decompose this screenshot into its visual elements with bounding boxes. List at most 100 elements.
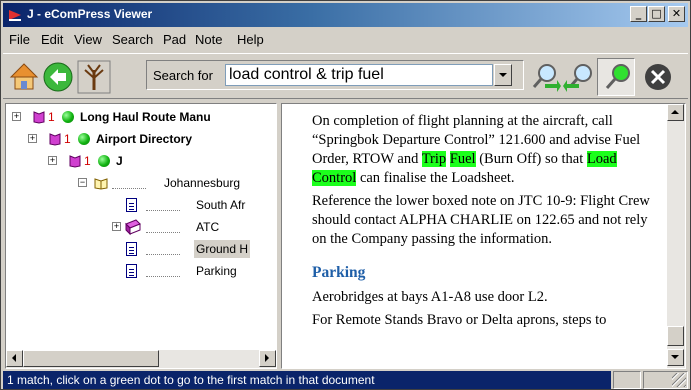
tree-item-atc[interactable]: + ATC — [6, 218, 276, 236]
maximize-button[interactable]: □ — [648, 6, 665, 22]
expand-icon[interactable]: + — [12, 112, 21, 121]
expand-icon[interactable]: + — [28, 134, 37, 143]
paragraph-remote-stands: For Remote Stands Bravo or Delta aprons,… — [312, 312, 607, 328]
app-icon — [9, 10, 21, 21]
title-bar[interactable]: J - eComPress Viewer _ □ ✕ — [3, 3, 688, 27]
toolbar: Search for load control & trip fuel — [3, 53, 688, 99]
arrow-up-icon — [671, 110, 679, 114]
book-icon — [33, 111, 45, 124]
menu-file[interactable]: File — [9, 32, 30, 47]
minimize-icon: _ — [635, 7, 642, 20]
arrow-down-icon — [671, 355, 679, 359]
menu-pad[interactable]: Pad — [163, 32, 186, 47]
document-text: On completion of flight planning at the … — [312, 112, 652, 334]
tree-item-ground-handling[interactable]: Ground H — [6, 240, 276, 258]
tree-item-label: J — [116, 154, 123, 168]
tree-item-airport-directory[interactable]: + 1 Airport Directory — [6, 130, 276, 148]
section-heading-parking: Parking — [312, 264, 366, 281]
paragraph-reference-note: Reference the lower boxed note on JTC 10… — [312, 193, 650, 247]
placeholder-line — [146, 276, 180, 277]
search-green-icon — [605, 64, 630, 89]
expand-icon[interactable]: + — [112, 222, 121, 231]
tree-item-label: Johannesburg — [164, 176, 241, 190]
green-dot-icon[interactable] — [78, 133, 90, 145]
text-run: can finalise the Loadsheet. — [356, 170, 515, 186]
book-icon — [49, 133, 61, 146]
search-forward-icon[interactable] — [527, 60, 561, 94]
scroll-left-button[interactable] — [6, 350, 23, 367]
tree-item-parking[interactable]: Parking — [6, 262, 276, 280]
menu-edit[interactable]: Edit — [41, 32, 63, 47]
maximize-icon: □ — [651, 7, 662, 20]
home-icon[interactable] — [7, 60, 41, 94]
search-label: Search for — [153, 68, 213, 83]
tree-icon[interactable] — [77, 60, 111, 94]
app-window: J - eComPress Viewer _ □ ✕ File Edit Vie… — [0, 0, 691, 390]
scroll-up-button[interactable] — [667, 104, 684, 121]
tree-item-johannesburg[interactable]: − Johannesburg — [6, 174, 276, 192]
cancel-icon[interactable] — [641, 60, 675, 94]
match-highlight: Fuel — [449, 151, 476, 167]
placeholder-line — [112, 188, 146, 189]
paragraph-aerobridges: Aerobridges at bays A1-A8 use door L2. — [312, 289, 548, 305]
search-back-icon[interactable] — [563, 60, 597, 94]
arrow-left-icon — [12, 354, 16, 362]
status-cell — [613, 371, 641, 389]
placeholder-line — [146, 210, 180, 211]
close-icon: ✕ — [671, 7, 682, 20]
status-message: 1 match, click on a green dot to go to t… — [3, 371, 611, 389]
tree-item-south-africa[interactable]: South Afr — [6, 196, 276, 214]
minimize-button[interactable]: _ — [630, 6, 647, 22]
tree-horizontal-scrollbar[interactable] — [6, 350, 276, 368]
match-highlight: Trip — [421, 151, 447, 167]
text-run: (Burn Off) so that — [475, 151, 587, 167]
match-highlight: Load — [586, 151, 617, 167]
menu-view[interactable]: View — [74, 32, 102, 47]
search-dropdown-button[interactable] — [494, 64, 512, 86]
scroll-right-button[interactable] — [259, 350, 276, 367]
arrow-right-icon — [265, 354, 269, 362]
status-cell — [643, 371, 688, 389]
book-stack-icon — [125, 219, 141, 236]
tree-item-long-haul[interactable]: + 1 Long Haul Route Manu — [6, 108, 276, 126]
status-bar: 1 match, click on a green dot to go to t… — [3, 371, 688, 389]
scroll-down-button[interactable] — [667, 349, 684, 366]
tree-item-label: Parking — [196, 264, 237, 278]
paragraph-flight-planning: On completion of flight planning at the … — [312, 112, 652, 188]
tree-pane[interactable]: + 1 Long Haul Route Manu + 1 Airport Dir… — [5, 103, 277, 369]
expand-icon[interactable]: + — [48, 156, 57, 165]
book-icon — [69, 155, 81, 168]
tree-item-label: Ground H — [194, 240, 251, 258]
open-book-icon — [94, 178, 108, 190]
menu-search[interactable]: Search — [112, 32, 153, 47]
menu-bar: File Edit View Search Pad Note Help — [3, 29, 688, 49]
scroll-thumb[interactable] — [667, 326, 684, 346]
content-vertical-scrollbar[interactable] — [667, 104, 685, 368]
placeholder-line — [146, 232, 180, 233]
search-input[interactable]: load control & trip fuel — [225, 64, 493, 86]
search-green-button[interactable] — [597, 58, 635, 96]
green-dot-icon[interactable] — [98, 155, 110, 167]
document-icon — [126, 198, 137, 212]
search-box: Search for load control & trip fuel — [146, 60, 524, 90]
document-content-pane[interactable]: On completion of flight planning at the … — [281, 103, 686, 369]
menu-help[interactable]: Help — [237, 32, 264, 47]
menu-note[interactable]: Note — [195, 32, 222, 47]
chevron-down-icon — [499, 73, 507, 77]
tree-item-j[interactable]: + 1 J — [6, 152, 276, 170]
tree-item-label: South Afr — [196, 198, 246, 212]
collapse-icon[interactable]: − — [78, 178, 87, 187]
back-arrow-icon[interactable] — [41, 60, 75, 94]
scroll-thumb[interactable] — [23, 350, 159, 367]
document-icon — [126, 264, 137, 278]
match-highlight: Control — [312, 170, 357, 186]
resize-grip-icon[interactable] — [672, 373, 686, 387]
placeholder-line — [146, 254, 180, 255]
window-title: J - eComPress Viewer — [27, 7, 153, 21]
match-count: 1 — [48, 110, 55, 124]
match-count: 1 — [64, 132, 71, 146]
match-count: 1 — [84, 154, 91, 168]
tree-item-label: Long Haul Route Manu — [80, 110, 211, 124]
close-button[interactable]: ✕ — [668, 6, 685, 22]
green-dot-icon[interactable] — [62, 111, 74, 123]
